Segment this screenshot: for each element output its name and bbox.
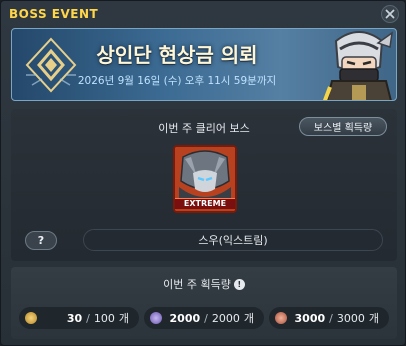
extreme-badge: EXTREME — [175, 198, 235, 209]
counter-unit: 개 — [118, 312, 129, 325]
gold-coin-counter: 30 / 100 개 — [19, 307, 139, 329]
close-icon — [385, 9, 395, 19]
purple-coin-icon — [150, 312, 162, 324]
info-icon[interactable]: ! — [233, 279, 245, 290]
boss-event-window: BOSS EVENT 상인단 현상금 의뢰 2026년 9월 16일 (수) 오… — [0, 0, 406, 346]
help-button[interactable]: ? — [25, 231, 57, 250]
counter-max: 100 — [93, 311, 115, 325]
counter-current: 3000 — [294, 311, 326, 325]
weekly-gain-panel: 이번 주 획득량! 30 / 100 개 2000 / 2000 개 3000 … — [11, 267, 397, 339]
boss-name-field: 스우(익스트림) — [83, 229, 383, 251]
counter-max: 3000 — [336, 311, 365, 325]
counter-current: 2000 — [169, 311, 201, 325]
boss-portrait[interactable]: EXTREME — [173, 145, 237, 213]
banner-title: 상인단 현상금 의뢰 — [96, 43, 258, 67]
weekly-gain-text: 이번 주 획득량 — [163, 278, 231, 291]
red-coin-counter: 3000 / 3000 개 — [269, 307, 389, 329]
weekly-gain-label: 이번 주 획득량! — [11, 276, 397, 292]
boss-reward-button[interactable]: 보스별 획득량 — [299, 117, 387, 136]
purple-coin-counter: 2000 / 2000 개 — [144, 307, 264, 329]
red-coin-icon — [275, 312, 287, 324]
close-button[interactable] — [381, 5, 399, 23]
banner-deadline: 2026년 9월 16일 (수) 오후 11시 59분까지 — [77, 75, 277, 87]
counter-max: 2000 — [211, 311, 240, 325]
window-title: BOSS EVENT — [9, 7, 99, 21]
event-banner: 상인단 현상금 의뢰 2026년 9월 16일 (수) 오후 11시 59분까지 — [11, 28, 397, 101]
masked-bounty-hunter-icon — [322, 31, 393, 100]
counter-unit: 개 — [368, 312, 379, 325]
gold-coin-icon — [25, 312, 37, 324]
weekly-boss-panel: 이번 주 클리어 보스 보스별 획득량 EXTREME ? 스우(익스트림) — [11, 109, 397, 261]
counter-current: 30 — [66, 311, 83, 325]
counter-unit: 개 — [243, 312, 254, 325]
